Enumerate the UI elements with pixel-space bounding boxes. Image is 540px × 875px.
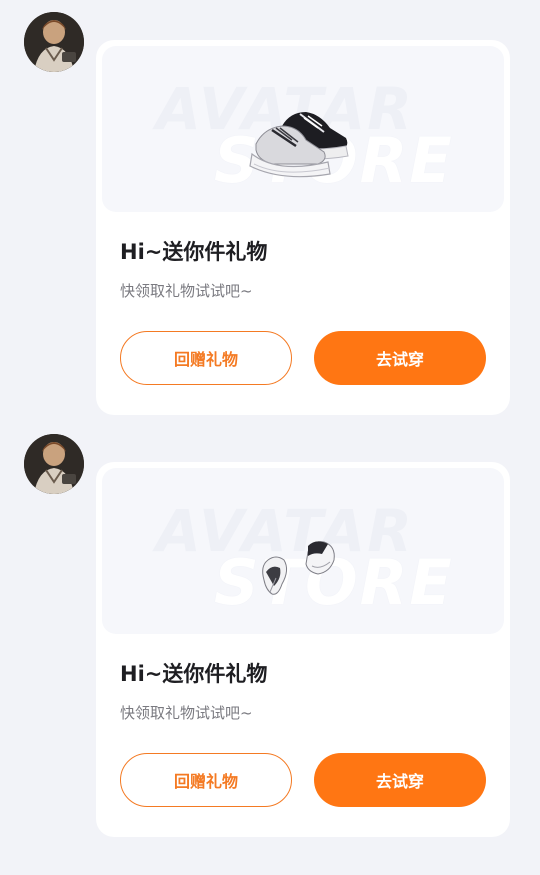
gift-title: Hi~送你件礼物 xyxy=(120,240,268,264)
sneaker-icon xyxy=(249,112,349,178)
gloves-icon xyxy=(262,541,335,595)
gift-banner: AVATAR STORE xyxy=(102,46,504,212)
gift-subtitle: 快领取礼物试试吧~ xyxy=(120,282,253,300)
gift-card: AVATAR STORE Hi~送你件礼物 快领取礼物试试吧~ 回赠礼物 去试穿 xyxy=(96,462,510,837)
avatar-photo-icon xyxy=(24,434,84,494)
gift-subtitle: 快领取礼物试试吧~ xyxy=(120,704,253,722)
sender-avatar[interactable] xyxy=(24,434,84,494)
return-gift-button[interactable]: 回赠礼物 xyxy=(120,753,292,807)
avatar-photo-icon xyxy=(24,12,84,72)
try-on-button[interactable]: 去试穿 xyxy=(314,331,486,385)
gift-title: Hi~送你件礼物 xyxy=(120,662,268,686)
try-on-button[interactable]: 去试穿 xyxy=(314,753,486,807)
gift-card: AVATAR STORE Hi~送你件礼物 快领取礼物试试吧~ 回赠礼物 去试穿 xyxy=(96,40,510,415)
return-gift-button[interactable]: 回赠礼物 xyxy=(120,331,292,385)
sender-avatar[interactable] xyxy=(24,12,84,72)
chat-list: AVATAR STORE Hi~送你件礼物 快领取礼物试试吧~ 回赠礼物 去试穿 xyxy=(0,0,540,875)
gift-banner: AVATAR STORE xyxy=(102,468,504,634)
